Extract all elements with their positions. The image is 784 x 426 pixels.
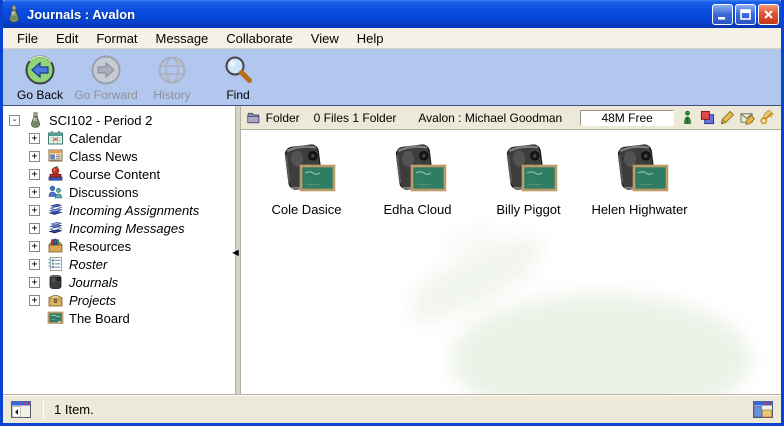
journal-item[interactable]: Helen Highwater — [584, 144, 695, 217]
pencil-icon[interactable] — [720, 110, 735, 125]
toolbar-button[interactable]: Find — [205, 51, 271, 105]
roster-icon — [47, 256, 64, 272]
toolbar-button: Go Forward — [73, 51, 139, 105]
app-window: Journals : Avalon FileEditFormatMessageC… — [0, 0, 784, 426]
calendar-icon — [47, 130, 64, 146]
menu-item[interactable]: Collaborate — [217, 29, 302, 48]
toolbar-button: History — [139, 51, 205, 105]
forward-icon — [90, 54, 122, 86]
menu-item[interactable]: View — [302, 29, 348, 48]
folder-icon — [247, 111, 260, 125]
compose-icon[interactable] — [740, 110, 755, 125]
window-title: Journals : Avalon — [27, 7, 712, 22]
title-bar[interactable]: Journals : Avalon — [0, 0, 784, 28]
tree-item[interactable]: + Roster — [3, 255, 235, 273]
history-icon — [156, 54, 188, 86]
tree-root[interactable]: - SCI102 - Period 2 — [3, 111, 235, 129]
tree-item[interactable]: + Resources — [3, 237, 235, 255]
flask-icon — [27, 112, 44, 128]
layers-icon[interactable] — [700, 110, 715, 125]
journal-book-icon — [278, 144, 336, 196]
tree-item[interactable]: + Incoming Messages — [3, 219, 235, 237]
close-button[interactable] — [758, 4, 779, 25]
menu-item[interactable]: Format — [87, 29, 146, 48]
minimize-button[interactable] — [712, 4, 733, 25]
collapse-icon[interactable]: - — [9, 115, 20, 126]
expand-icon[interactable]: + — [29, 187, 40, 198]
news-icon — [47, 148, 64, 164]
expand-icon[interactable]: + — [29, 277, 40, 288]
tree-root-label: SCI102 - Period 2 — [49, 113, 152, 128]
toggle-tree-pane-icon[interactable] — [11, 401, 31, 418]
assignments-icon — [47, 202, 64, 218]
menu-item[interactable]: File — [8, 29, 47, 48]
free-space-indicator: 48M Free — [580, 110, 674, 126]
tree-item[interactable]: + Projects — [3, 291, 235, 309]
expand-icon[interactable]: + — [29, 205, 40, 216]
expand-icon[interactable]: + — [29, 241, 40, 252]
messages-icon — [47, 220, 64, 236]
expand-icon[interactable]: + — [29, 223, 40, 234]
expand-icon[interactable]: + — [29, 259, 40, 270]
folder-header: Folder 0 Files 1 Folder Avalon : Michael… — [241, 106, 781, 130]
journal-item[interactable]: Edha Cloud — [362, 144, 473, 217]
journal-item[interactable]: Billy Piggot — [473, 144, 584, 217]
tree-item[interactable]: + Class News — [3, 147, 235, 165]
maximize-button[interactable] — [735, 4, 756, 25]
header-action-icons — [680, 110, 775, 125]
expand-icon[interactable]: + — [29, 169, 40, 180]
find-icon — [222, 54, 254, 86]
tree-item[interactable]: + Discussions — [3, 183, 235, 201]
tree-item[interactable]: The Board — [3, 309, 235, 327]
journal-book-icon — [389, 144, 447, 196]
journal-book-icon — [500, 144, 558, 196]
tree-item[interactable]: + Course Content — [3, 165, 235, 183]
tree-item[interactable]: + Journals — [3, 273, 235, 291]
discussions-icon — [47, 184, 64, 200]
resources-icon — [47, 238, 64, 254]
folder-counts: 0 Files 1 Folder — [314, 111, 397, 125]
status-divider — [43, 400, 44, 418]
item-count: 1 Item. — [54, 402, 94, 417]
class-tree: - SCI102 - Period 2 + Calendar + Class N… — [3, 106, 235, 394]
menu-item[interactable]: Edit — [47, 29, 87, 48]
back-icon — [24, 54, 56, 86]
journal-item[interactable]: Cole Dasice — [251, 144, 362, 217]
menu-item[interactable]: Message — [147, 29, 218, 48]
status-bar: 1 Item. — [3, 394, 781, 423]
collapse-pane-arrow[interactable]: ◄ — [230, 248, 241, 259]
folder-label: Folder — [266, 111, 300, 125]
toolbar-button[interactable]: Go Back — [7, 51, 73, 105]
journal-icon — [47, 274, 64, 290]
tree-item[interactable]: + Calendar — [3, 129, 235, 147]
toolbar: Go Back Go Forward History Find — [3, 49, 781, 106]
close-icon — [762, 8, 775, 21]
journal-book-icon — [611, 144, 669, 196]
tree-item[interactable]: + Incoming Assignments — [3, 201, 235, 219]
toggle-detail-pane-icon[interactable] — [753, 401, 773, 418]
board-icon — [47, 310, 64, 326]
minimize-icon — [716, 8, 729, 21]
expand-icon[interactable]: + — [29, 133, 40, 144]
folder-owner: Avalon : Michael Goodman — [418, 111, 562, 125]
maximize-icon — [739, 8, 752, 21]
expand-icon[interactable]: + — [29, 151, 40, 162]
course-icon — [47, 166, 64, 182]
menu-bar: FileEditFormatMessageCollaborateViewHelp — [3, 28, 781, 49]
folder-content[interactable]: Cole Dasice Edha Cloud Billy Piggot Hele… — [241, 130, 781, 394]
app-flask-icon — [5, 5, 23, 23]
menu-item[interactable]: Help — [348, 29, 393, 48]
expand-icon[interactable]: + — [29, 295, 40, 306]
key-icon[interactable] — [760, 110, 775, 125]
projects-icon — [47, 292, 64, 308]
person-icon[interactable] — [680, 110, 695, 125]
